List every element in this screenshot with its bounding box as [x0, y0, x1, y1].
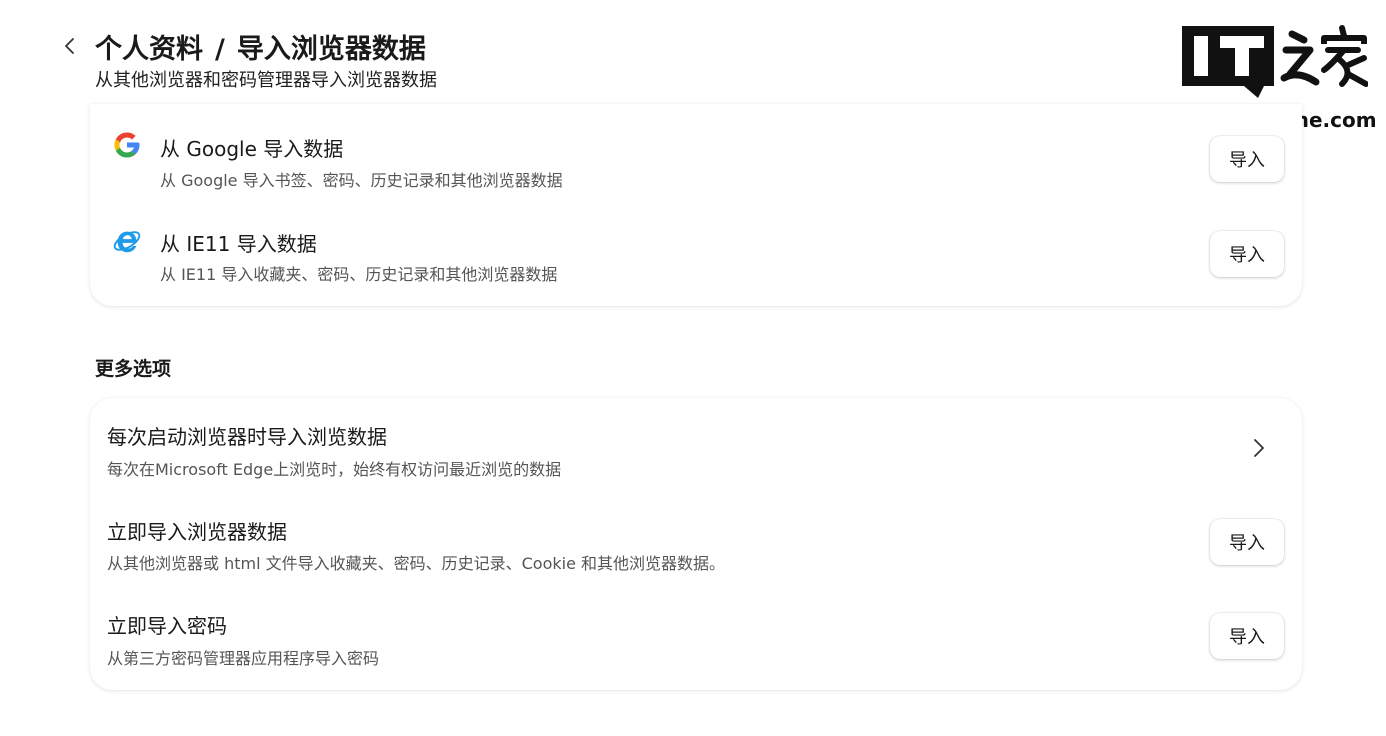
breadcrumb-parent[interactable]: 个人资料	[95, 34, 203, 65]
import-browser-data-now-row: 立即导入浏览器数据 从其他浏览器或 html 文件导入收藏夹、密码、历史记录、C…	[90, 494, 1302, 590]
import-browser-data-page: 个人资料/导入浏览器数据 从其他浏览器和密码管理器导入浏览器数据 www.ith…	[0, 0, 1386, 736]
ithome-logo-icon	[1182, 25, 1368, 98]
import-source-row-google: 从 Google 导入数据 从 Google 导入书签、密码、历史记录和其他浏览…	[90, 104, 1302, 200]
more-options-card: 每次启动浏览器时导入浏览数据 每次在Microsoft Edge上浏览时，始终有…	[90, 398, 1302, 690]
breadcrumb: 个人资料 / 导入浏览器数据	[95, 27, 426, 66]
google-icon	[114, 132, 140, 158]
import-browser-data-now-button[interactable]: 导入	[1210, 519, 1284, 565]
more-options-title: 更多选项	[95, 358, 172, 380]
import-on-startup-row[interactable]: 每次启动浏览器时导入浏览数据 每次在Microsoft Edge上浏览时，始终有…	[90, 398, 1302, 494]
page-subtitle: 从其他浏览器和密码管理器导入浏览器数据	[95, 70, 437, 91]
ie-icon	[113, 231, 141, 253]
import-passwords-now-title: 立即导入密码	[107, 614, 227, 638]
import-passwords-now-desc: 从第三方密码管理器应用程序导入密码	[107, 649, 380, 668]
ie11-import-button[interactable]: 导入	[1210, 231, 1284, 277]
import-browser-data-now-title: 立即导入浏览器数据	[107, 520, 287, 544]
ie11-import-title: 从 IE11 导入数据	[160, 232, 317, 256]
chevron-right-icon[interactable]	[1248, 437, 1270, 459]
import-source-row-ie11: 从 IE11 导入数据 从 IE11 导入收藏夹、密码、历史记录和其他浏览器数据…	[90, 200, 1302, 306]
google-import-desc: 从 Google 导入书签、密码、历史记录和其他浏览器数据	[160, 171, 563, 190]
ie11-import-desc: 从 IE11 导入收藏夹、密码、历史记录和其他浏览器数据	[160, 265, 558, 284]
chevron-left-icon	[65, 38, 74, 54]
google-import-title: 从 Google 导入数据	[160, 137, 344, 161]
google-import-button[interactable]: 导入	[1210, 136, 1284, 182]
browser-sources-card: 从 Google 导入数据 从 Google 导入书签、密码、历史记录和其他浏览…	[90, 104, 1302, 306]
import-passwords-now-button[interactable]: 导入	[1210, 613, 1284, 659]
import-on-startup-title: 每次启动浏览器时导入浏览数据	[107, 425, 387, 449]
breadcrumb-current: 导入浏览器数据	[236, 34, 426, 65]
import-browser-data-now-desc: 从其他浏览器或 html 文件导入收藏夹、密码、历史记录、Cookie 和其他浏…	[107, 554, 726, 573]
import-passwords-now-row: 立即导入密码 从第三方密码管理器应用程序导入密码 导入	[90, 590, 1302, 690]
back-button[interactable]	[58, 34, 82, 58]
import-on-startup-desc: 每次在Microsoft Edge上浏览时，始终有权访问最近浏览的数据	[107, 460, 562, 479]
breadcrumb-separator: /	[215, 34, 225, 65]
